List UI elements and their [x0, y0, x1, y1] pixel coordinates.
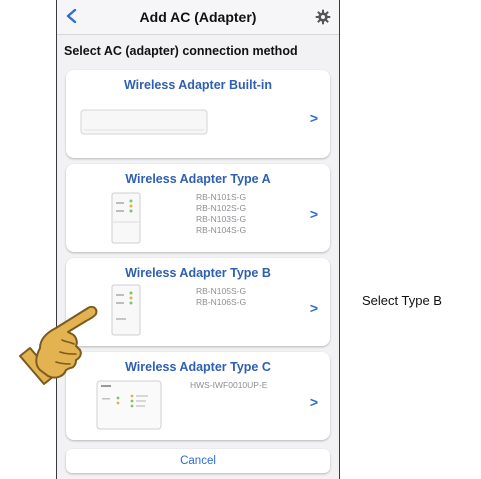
cancel-button[interactable]: Cancel [66, 449, 330, 473]
gear-icon[interactable] [315, 9, 331, 25]
model-name: RB-N104S-G [196, 225, 247, 235]
phone-screen: Add AC (Adapter) Select AC (adapter) con… [56, 0, 340, 479]
model-name: RB-N103S-G [196, 214, 247, 224]
model-name: RB-N101S-G [196, 192, 247, 202]
page-title: Add AC (Adapter) [139, 9, 257, 25]
chevron-right-icon: > [309, 300, 318, 316]
instruction-text: Select AC (adapter) connection method [64, 44, 298, 58]
option-title: Wireless Adapter Built-in [123, 78, 273, 92]
model-list: RB-N101S-G RB-N102S-G RB-N103S-G RB-N104… [196, 192, 246, 236]
option-title: Wireless Adapter Type A [125, 172, 271, 186]
adapter-device-icon [111, 192, 141, 244]
model-name: RB-N105S-G [196, 286, 247, 296]
callout-text: Select Type B [362, 293, 442, 308]
option-built-in[interactable]: Wireless Adapter Built-in > [66, 70, 330, 158]
model-name: RB-N106S-G [196, 297, 247, 307]
chevron-right-icon: > [309, 110, 318, 126]
model-name: RB-N102S-G [196, 203, 247, 213]
option-title: Wireless Adapter Type B [125, 266, 271, 280]
pointing-hand-icon [19, 305, 98, 385]
nav-bar: Add AC (Adapter) [57, 0, 339, 35]
model-list: RB-N105S-G RB-N106S-G [196, 286, 246, 308]
chevron-right-icon: > [309, 206, 318, 222]
chevron-right-icon: > [309, 394, 318, 410]
option-type-a[interactable]: Wireless Adapter Type A RB-N101S-G RB-N1… [66, 164, 330, 252]
model-list: HWS-IWF0010UP-E [190, 380, 267, 391]
air-conditioner-icon [80, 109, 208, 135]
model-name: HWS-IWF0010UP-E [190, 380, 268, 390]
adapter-device-icon [111, 284, 141, 336]
